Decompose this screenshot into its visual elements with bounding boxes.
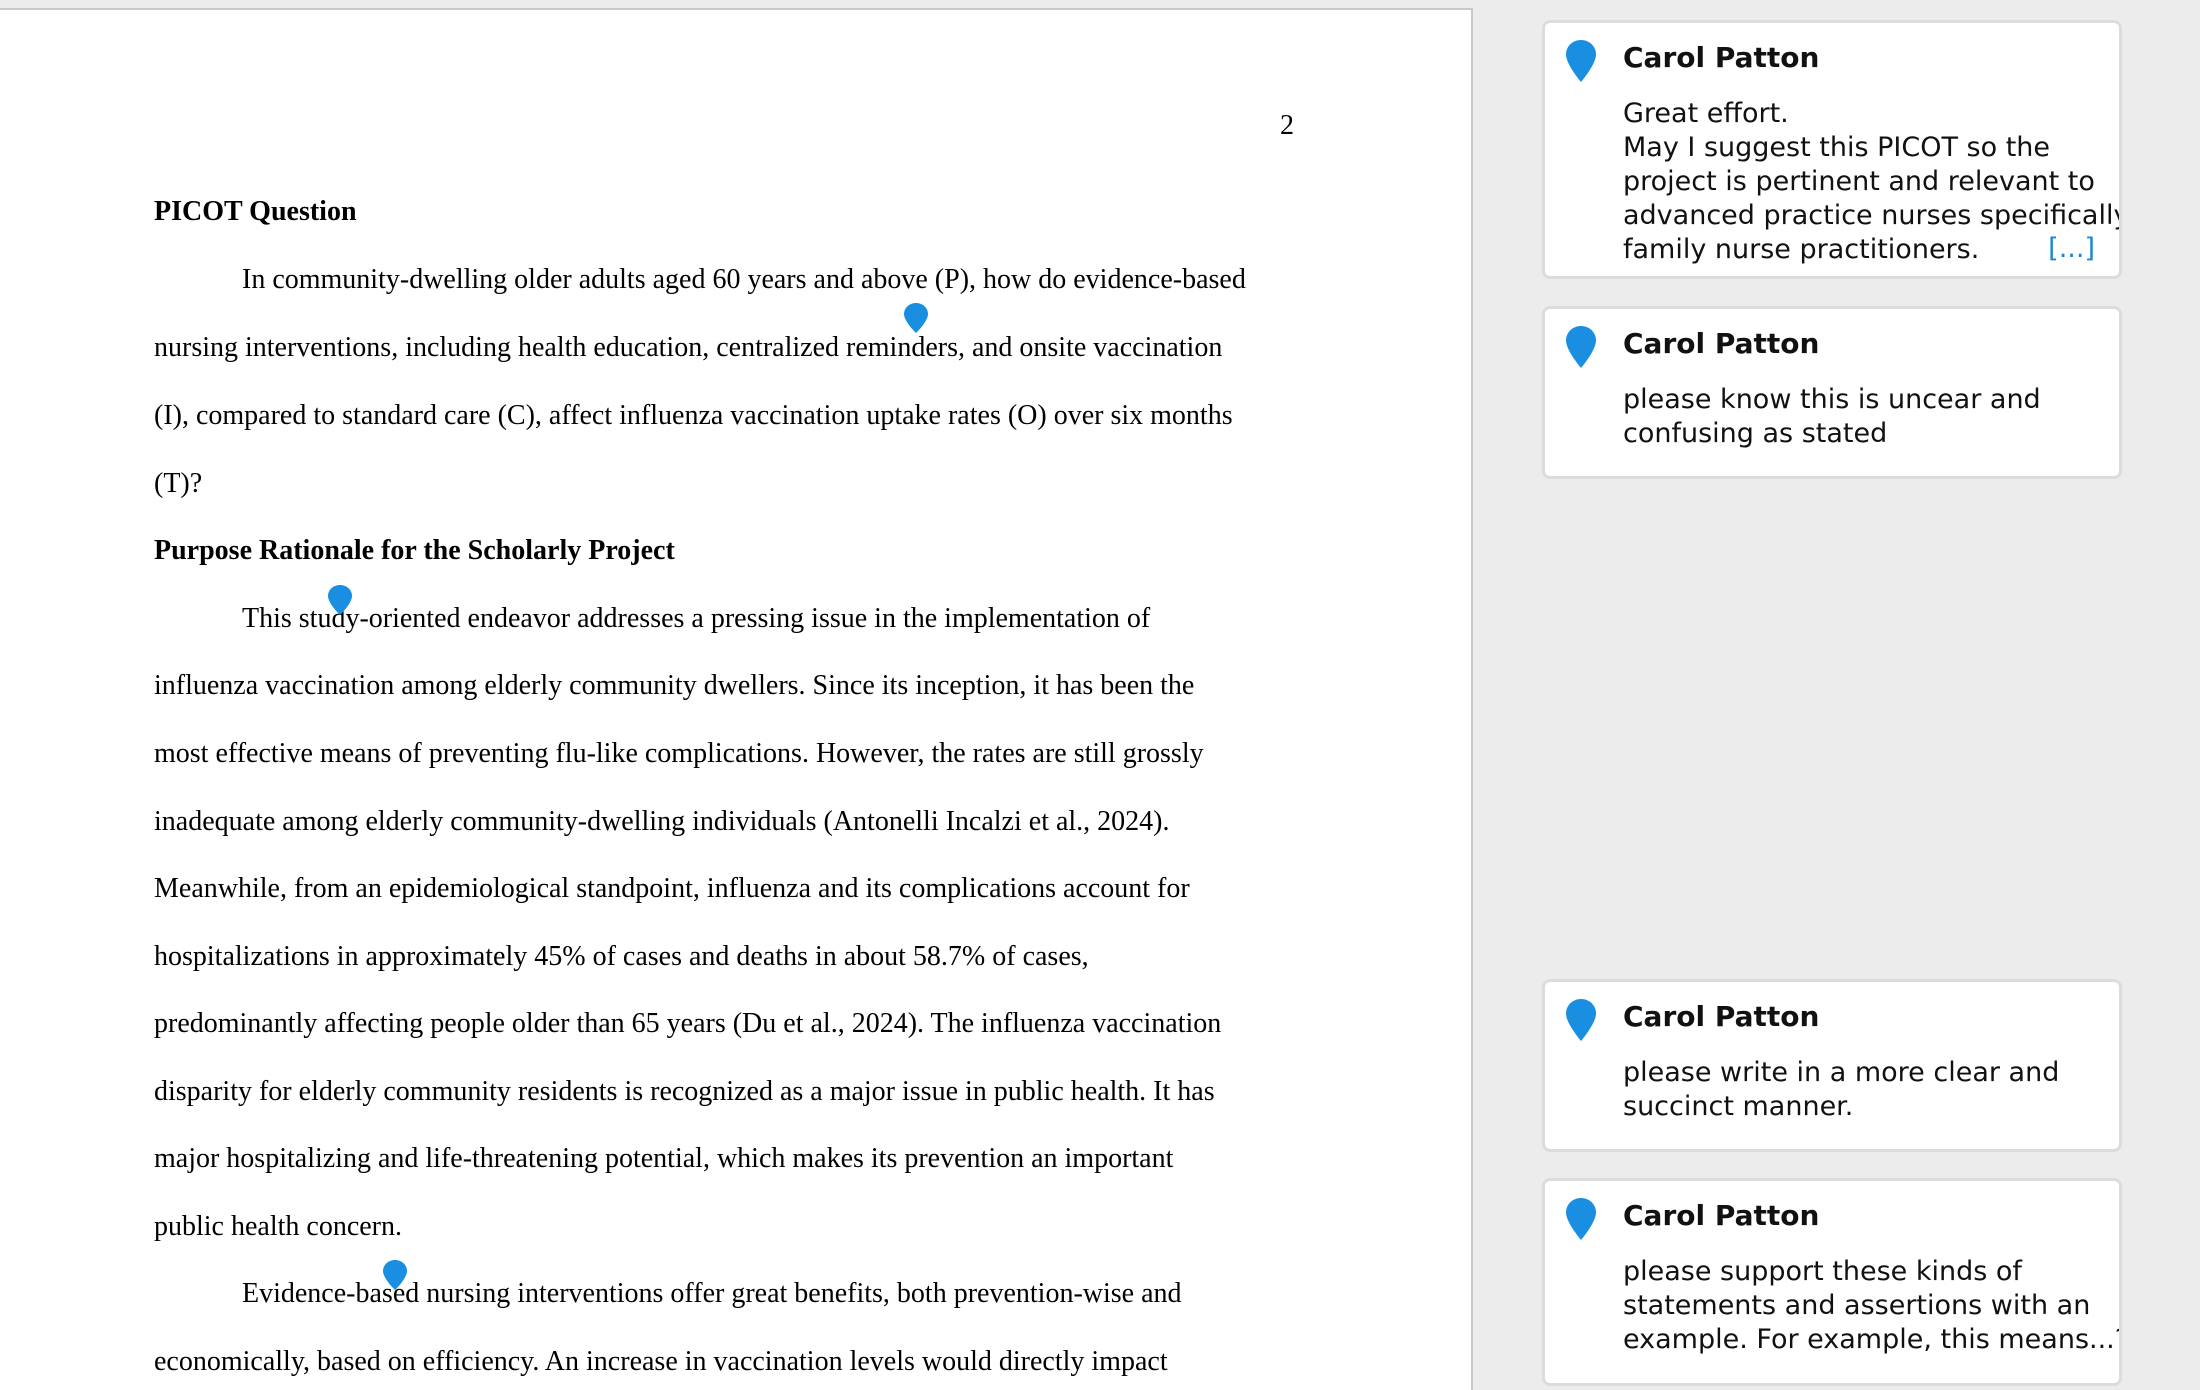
paragraph-line[interactable]: hospitalizations in approximately 45% of… (154, 941, 1089, 973)
paragraph-line[interactable]: economically, based on efficiency. An in… (154, 1346, 1168, 1378)
paragraph-line[interactable]: (T)? (154, 468, 202, 500)
paragraph-line[interactable]: most effective means of preventing flu-l… (154, 738, 1204, 770)
paragraph-line[interactable]: Meanwhile, from an epidemiological stand… (154, 873, 1190, 905)
comment-text: Great effort. May I suggest this PICOT s… (1623, 98, 2122, 265)
paragraph-line[interactable]: nursing interventions, including health … (154, 332, 1222, 364)
comment-author: Carol Patton (1623, 1000, 1820, 1033)
section-heading-picot[interactable]: PICOT Question (154, 196, 357, 228)
paragraph-line[interactable]: inadequate among elderly community-dwell… (154, 806, 1170, 838)
comment-pin-icon (1565, 998, 1597, 1042)
comment-card[interactable]: Carol Patton please support these kinds … (1542, 1178, 2122, 1386)
comment-card[interactable]: Carol Patton please write in a more clea… (1542, 979, 2122, 1152)
comment-marker-icon[interactable] (327, 584, 353, 616)
paragraph-line[interactable]: influenza vaccination among elderly comm… (154, 670, 1194, 702)
comment-author: Carol Patton (1623, 327, 1820, 360)
section-heading-purpose[interactable]: Purpose Rationale for the Scholarly Proj… (154, 535, 675, 567)
paragraph-line[interactable]: In community-dwelling older adults aged … (242, 264, 1246, 296)
comment-card[interactable]: Carol Patton Great effort. May I suggest… (1542, 20, 2122, 279)
comment-text: please write in a more clear and succinc… (1623, 1057, 2060, 1122)
document-page: 2 PICOT Question In community-dwelling o… (0, 8, 1473, 1390)
page-number: 2 (1280, 110, 1294, 141)
paragraph-line[interactable]: disparity for elderly community resident… (154, 1076, 1215, 1108)
comment-author: Carol Patton (1623, 1199, 1820, 1232)
paragraph-line[interactable]: This study-oriented endeavor addresses a… (242, 603, 1150, 635)
comment-card[interactable]: Carol Patton please know this is uncear … (1542, 306, 2122, 479)
comment-marker-icon[interactable] (903, 302, 929, 334)
comment-marker-icon[interactable] (382, 1259, 408, 1291)
comment-text: please support these kinds of statements… (1623, 1256, 2122, 1355)
comment-pin-icon (1565, 39, 1597, 83)
paragraph-line[interactable]: predominantly affecting people older tha… (154, 1008, 1221, 1040)
comment-author: Carol Patton (1623, 41, 1820, 74)
paragraph-line[interactable]: (I), compared to standard care (C), affe… (154, 400, 1233, 432)
expand-comment-link[interactable]: [...] (2048, 233, 2095, 264)
paragraph-line[interactable]: major hospitalizing and life-threatening… (154, 1143, 1173, 1175)
comment-text: please know this is uncear and confusing… (1623, 384, 2041, 449)
paragraph-line[interactable]: public health concern. (154, 1211, 402, 1243)
comment-pin-icon (1565, 1197, 1597, 1241)
comment-pin-icon (1565, 325, 1597, 369)
